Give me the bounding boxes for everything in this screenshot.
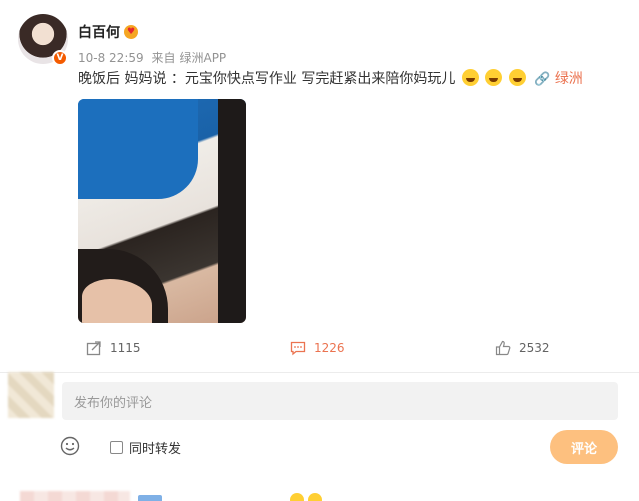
submit-comment-button[interactable]: 评论 bbox=[550, 430, 618, 464]
also-repost-option[interactable]: 同时转发 bbox=[110, 438, 181, 457]
user-badge-icon bbox=[138, 495, 162, 501]
repost-icon bbox=[86, 341, 101, 356]
source-prefix: 来自 bbox=[151, 51, 176, 65]
photo-region bbox=[78, 99, 198, 199]
like-count: 2532 bbox=[519, 341, 550, 355]
post-source[interactable]: 绿洲APP bbox=[179, 51, 226, 65]
comment-input[interactable]: 发布你的评论 bbox=[62, 382, 618, 420]
comment-button[interactable]: 1226 bbox=[290, 340, 345, 356]
emoji-icon bbox=[290, 493, 304, 501]
post-text: 晚饭后 妈妈说 ：元宝你快点写作业 写完赶紧出来陪你妈玩儿 🔗 绿洲 bbox=[78, 68, 583, 88]
post-meta: 10-8 22:59 来自 绿洲APP bbox=[78, 49, 230, 66]
vip-crown-icon: ♥ bbox=[124, 25, 138, 39]
post-date[interactable]: 10-8 22:59 bbox=[78, 51, 144, 65]
topic-link[interactable]: 绿洲 bbox=[555, 71, 583, 87]
post-body: 晚饭后 妈妈说 ：元宝你快点写作业 写完赶紧出来陪你妈玩儿 bbox=[78, 71, 456, 87]
comment-icon bbox=[290, 341, 306, 356]
verified-badge-icon: V bbox=[52, 50, 68, 66]
photo-region bbox=[218, 99, 246, 323]
laugh-emoji-icon bbox=[461, 69, 479, 86]
also-repost-label: 同时转发 bbox=[129, 442, 182, 457]
divider bbox=[0, 372, 639, 373]
like-button[interactable]: 2532 bbox=[495, 340, 550, 356]
comment-count: 1226 bbox=[314, 341, 345, 355]
link-icon: 🔗 bbox=[534, 72, 551, 87]
comment-list-item bbox=[0, 487, 639, 501]
repost-count: 1115 bbox=[110, 341, 141, 355]
current-user-avatar bbox=[8, 372, 54, 418]
laugh-emoji-icon bbox=[485, 69, 503, 86]
author-name[interactable]: 白百何 bbox=[78, 22, 120, 42]
emoji-picker-icon[interactable] bbox=[60, 436, 80, 456]
thumbs-up-icon bbox=[495, 340, 511, 356]
emoji-icon bbox=[308, 493, 322, 501]
repost-button[interactable]: 1115 bbox=[86, 340, 141, 356]
commenter-avatar bbox=[20, 491, 130, 501]
laugh-emoji-icon bbox=[508, 69, 526, 86]
action-bar: 1115 1226 2532 bbox=[0, 340, 639, 364]
post-photo[interactable] bbox=[78, 99, 246, 323]
also-repost-checkbox[interactable] bbox=[110, 441, 123, 454]
